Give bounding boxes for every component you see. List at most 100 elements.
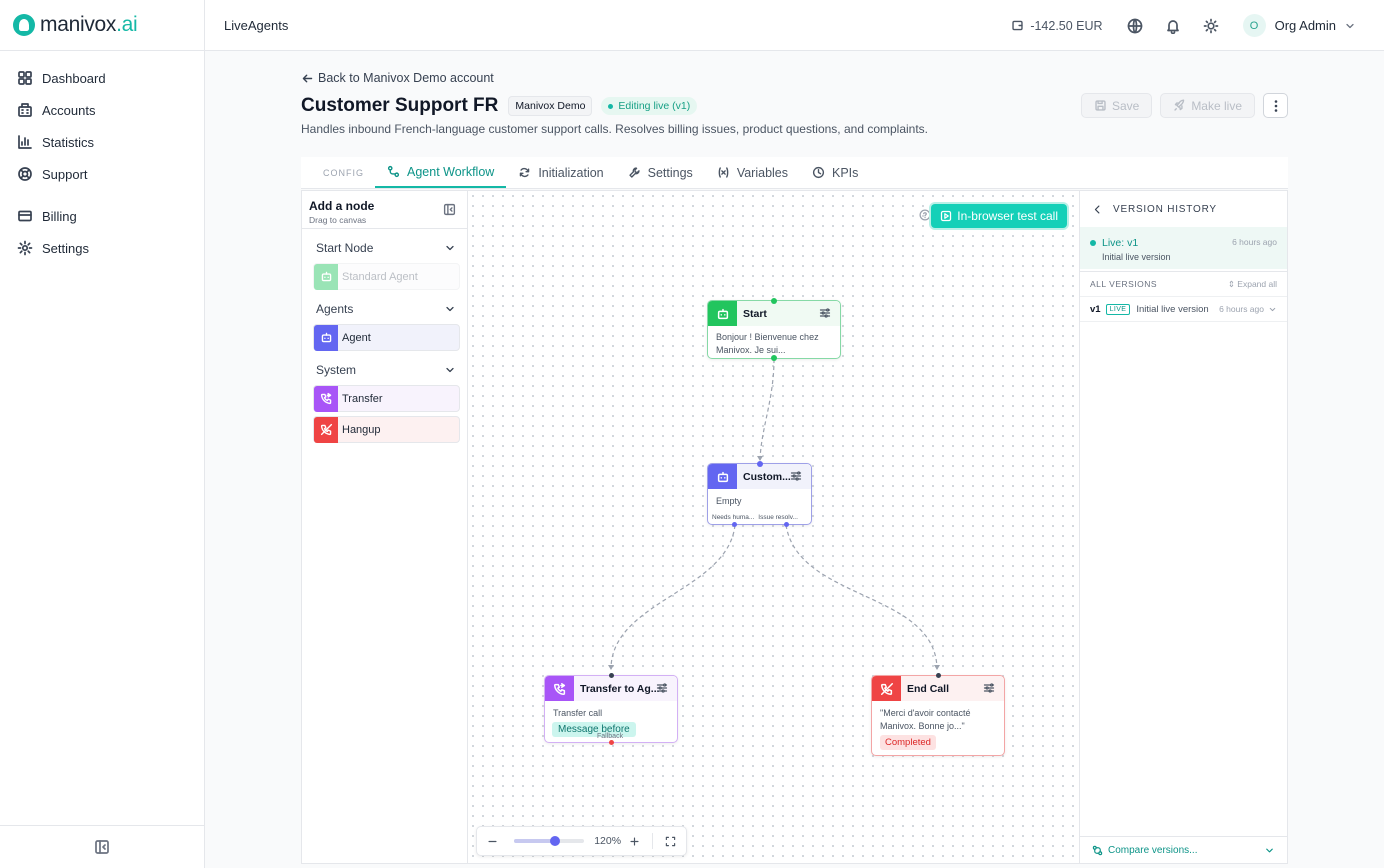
version-history-panel: VERSION HISTORY Live: v1 Initial live ve… <box>1079 191 1287 863</box>
arrow-left-icon <box>301 72 314 85</box>
workflow-canvas[interactable]: In-browser test call Start Bonjour ! Bie… <box>468 191 1079 863</box>
palette-node-transfer[interactable]: Transfer <box>313 385 460 412</box>
tab-agent-workflow[interactable]: Agent Workflow <box>375 157 507 188</box>
node-start[interactable]: Start Bonjour ! Bienvenue chez Manivox. … <box>707 298 841 361</box>
save-button[interactable]: Save <box>1080 93 1153 118</box>
handle-fallback[interactable] <box>609 740 614 745</box>
zoom-slider-knob[interactable] <box>549 836 560 846</box>
panel-collapse-icon <box>94 839 110 855</box>
sidebar-item-statistics[interactable]: Statistics <box>0 126 204 158</box>
sidebar-item-support[interactable]: Support <box>0 158 204 190</box>
sliders-icon[interactable] <box>819 307 831 319</box>
fit-view-icon[interactable] <box>665 836 676 847</box>
version-number: v1 <box>1090 303 1101 315</box>
avatar: O <box>1242 14 1266 37</box>
chevron-left-icon[interactable] <box>1092 204 1103 215</box>
more-options-button[interactable] <box>1263 93 1288 118</box>
handle-top[interactable] <box>757 461 763 467</box>
sidebar-item-dashboard[interactable]: Dashboard <box>0 62 204 94</box>
back-link[interactable]: Back to Manivox Demo account <box>301 71 494 85</box>
section-agents[interactable]: Agents <box>302 294 467 324</box>
palette-node-standard-agent[interactable]: Standard Agent <box>313 263 460 290</box>
tab-settings[interactable]: Settings <box>616 157 705 188</box>
palette-node-agent[interactable]: Agent <box>313 324 460 351</box>
top-header: LiveAgents -142.50 EUR O Org Admin <box>205 0 1384 51</box>
sidebar-item-label: Billing <box>42 208 77 224</box>
phone-off-icon <box>314 416 338 443</box>
handle-top[interactable] <box>609 673 614 678</box>
make-live-button[interactable]: Make live <box>1160 93 1255 118</box>
palette-node-label: Standard Agent <box>342 270 418 283</box>
edge-customer-end <box>785 524 938 670</box>
status-badge-label: Editing live (v1) <box>618 100 691 112</box>
edge-customer-transfer <box>610 524 736 670</box>
breadcrumb[interactable]: LiveAgents <box>224 18 288 33</box>
tab-initialization[interactable]: Initialization <box>506 157 615 188</box>
node-transfer[interactable]: Transfer to Ag... Transfer call Message … <box>544 673 678 745</box>
zoom-controls: 120% <box>476 826 687 856</box>
sidebar-item-accounts[interactable]: Accounts <box>0 94 204 126</box>
globe-icon[interactable] <box>1127 18 1143 34</box>
section-system[interactable]: System <box>302 355 467 385</box>
user-name: Org Admin <box>1274 18 1336 33</box>
section-label: System <box>316 363 357 377</box>
sliders-icon[interactable] <box>656 682 668 694</box>
node-body: Empty <box>716 496 742 506</box>
sidebar-item-billing[interactable]: Billing <box>0 200 204 232</box>
sidebar-item-label: Dashboard <box>42 70 106 86</box>
chevron-down-icon <box>444 303 456 315</box>
tab-kpis[interactable]: KPIs <box>800 157 870 188</box>
zoom-out-icon[interactable] <box>487 836 498 847</box>
credit-card-icon <box>17 208 33 224</box>
chevron-down-icon <box>1344 20 1356 32</box>
expand-all-button[interactable]: ⇕ Expand all <box>1228 279 1277 290</box>
user-menu[interactable]: O Org Admin <box>1242 14 1356 37</box>
node-end-call[interactable]: End Call "Merci d'avoir contacté Manivox… <box>871 673 1005 756</box>
handle-output-1[interactable] <box>732 522 737 527</box>
help-icon[interactable] <box>919 209 931 221</box>
chevron-down-icon <box>1264 845 1275 856</box>
node-title: End Call <box>907 682 950 695</box>
bell-icon[interactable] <box>1165 18 1181 34</box>
sun-icon[interactable] <box>1203 18 1219 34</box>
sidebar-item-label: Settings <box>42 240 89 256</box>
zoom-slider[interactable] <box>514 836 585 846</box>
zoom-in-icon[interactable] <box>629 836 640 847</box>
tabs-section-label: CONFIG <box>323 167 364 178</box>
zoom-level: 120% <box>594 835 622 847</box>
status-dot <box>608 103 614 109</box>
arrow-head <box>608 665 614 670</box>
bar-chart-icon <box>17 134 33 150</box>
phone-off-icon <box>872 676 901 701</box>
page-description: Handles inbound French-language customer… <box>301 122 929 136</box>
logo[interactable]: manivox.ai <box>0 0 204 51</box>
compare-icon <box>1092 845 1103 856</box>
live-version-card[interactable]: Live: v1 Initial live version 6 hours ag… <box>1080 227 1287 269</box>
chevron-down-icon <box>1268 305 1277 314</box>
palette-node-label: Hangup <box>342 423 381 436</box>
palette-node-hangup[interactable]: Hangup <box>313 416 460 443</box>
handle-bottom[interactable] <box>771 355 777 361</box>
palette-node-label: Agent <box>342 331 371 344</box>
tab-variables[interactable]: Variables <box>705 157 800 188</box>
test-call-button[interactable]: In-browser test call <box>931 204 1067 228</box>
sliders-icon[interactable] <box>790 470 802 482</box>
floppy-icon <box>1094 99 1107 112</box>
handle-output-2[interactable] <box>784 522 789 527</box>
sliders-icon[interactable] <box>983 682 995 694</box>
node-customer-support[interactable]: Custom... Empty Needs huma... Issue reso… <box>707 461 812 527</box>
collapse-sidebar-button[interactable] <box>0 825 204 868</box>
compare-versions-button[interactable]: Compare versions... <box>1080 836 1287 863</box>
sidebar-item-settings[interactable]: Settings <box>0 232 204 264</box>
panel-toggle-icon[interactable] <box>443 203 456 216</box>
live-dot <box>1090 240 1096 246</box>
play-icon <box>940 210 952 222</box>
section-start-node[interactable]: Start Node <box>302 233 467 263</box>
version-row[interactable]: v1 LIVE Initial live version 6 hours ago <box>1080 297 1287 322</box>
main-content: Back to Manivox Demo account Customer Su… <box>205 51 1384 868</box>
config-tabs: CONFIG Agent Workflow Initialization Set… <box>301 157 1288 189</box>
balance-display[interactable]: -142.50 EUR <box>1011 19 1103 33</box>
handle-top[interactable] <box>936 673 941 678</box>
chevron-down-icon <box>444 242 456 254</box>
handle-top[interactable] <box>771 298 777 304</box>
